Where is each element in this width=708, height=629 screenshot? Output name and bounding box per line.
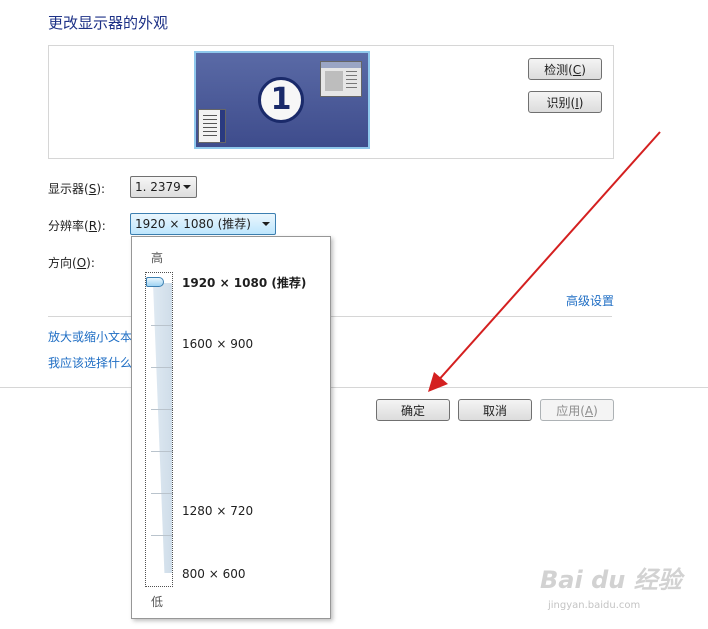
baidu-watermark-url: jingyan.baidu.com xyxy=(548,600,641,611)
annotation-arrow-icon xyxy=(428,131,661,392)
baidu-watermark: Bai du 经验 xyxy=(540,566,682,594)
